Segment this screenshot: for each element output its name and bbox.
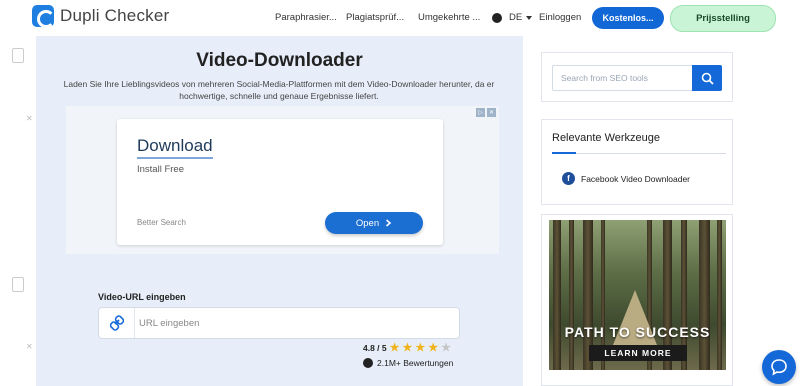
close-icon: ✕ xyxy=(26,342,33,351)
close-icon: ✕ xyxy=(487,108,496,117)
reviews-count: 2.1M+ Bewertungen xyxy=(363,358,453,368)
language-label: DE xyxy=(509,12,523,23)
tool-panel: Video-Downloader Laden Sie Ihre Liebling… xyxy=(36,36,523,386)
site-header: Dupli Checker Paraphrasier... Plagiatspr… xyxy=(0,0,800,36)
star-icon: ★ xyxy=(389,342,400,354)
free-signup-button[interactable]: Kostenlos... xyxy=(592,7,664,29)
chevron-right-icon xyxy=(386,219,392,227)
search-icon xyxy=(701,72,714,85)
logo-text: Dupli Checker xyxy=(60,6,170,25)
login-label: Einloggen xyxy=(539,12,582,23)
star-icon: ★ xyxy=(415,342,426,354)
login-link[interactable]: Einloggen xyxy=(539,12,581,23)
globe-icon xyxy=(492,12,502,23)
learn-more-button[interactable]: LEARN MORE xyxy=(589,345,687,361)
language-select[interactable]: DE xyxy=(492,12,533,23)
chat-icon xyxy=(771,359,787,376)
tool-description: Laden Sie Ihre Lieblingsvideos von mehre… xyxy=(63,79,495,101)
close-icon: ✕ xyxy=(26,114,33,123)
ad-card[interactable]: Download Install Free Better Search Open xyxy=(117,119,443,245)
document-icon xyxy=(12,277,24,292)
rating-value: 4.8 / 5 xyxy=(363,343,387,353)
star-half-icon: ★ xyxy=(441,342,452,354)
logo[interactable]: Dupli Checker xyxy=(32,5,170,28)
facebook-icon: f xyxy=(562,172,575,185)
ad-source: Better Search xyxy=(137,218,186,227)
ad-open-button[interactable]: Open xyxy=(325,212,423,234)
ad-title: Download xyxy=(137,136,213,159)
chevron-down-icon xyxy=(526,15,533,20)
ad-info-icon: ▷ xyxy=(476,108,485,117)
reviews-label: 2.1M+ Bewertungen xyxy=(377,358,454,368)
chat-button[interactable] xyxy=(762,350,796,384)
promo-banner[interactable]: PATH TO SUCCESS LEARN MORE xyxy=(541,214,733,386)
star-icon: ★ xyxy=(428,342,439,354)
tool-link-facebook-downloader[interactable]: f Facebook Video Downloader xyxy=(562,172,690,185)
ad-subtitle: Install Free xyxy=(137,164,184,175)
url-label: Video-URL eingeben xyxy=(98,292,186,302)
nav-item-plagiarism[interactable]: Plagiatsprüf... xyxy=(346,12,404,23)
star-icon: ★ xyxy=(402,342,413,354)
forest-image: PATH TO SUCCESS LEARN MORE xyxy=(549,220,726,370)
nav-item-paraphrasing[interactable]: Paraphrasier... xyxy=(275,12,337,23)
rating: 4.8 / 5 ★ ★ ★ ★ ★ xyxy=(363,342,452,354)
pricing-button[interactable]: Prijsstelling xyxy=(670,5,776,32)
logo-icon xyxy=(32,5,55,28)
nav-item-label: Paraphrasier... xyxy=(275,12,337,23)
ad-open-label: Open xyxy=(355,217,380,229)
url-field[interactable] xyxy=(98,307,460,339)
document-icon xyxy=(12,48,24,63)
nav-item-label: Umgekehrte ... xyxy=(418,12,481,23)
search-button[interactable] xyxy=(692,65,722,91)
nav-item-label: Plagiatsprüf... xyxy=(346,12,405,23)
nav-item-reverse[interactable]: Umgekehrte ... xyxy=(418,12,480,23)
related-tools: Relevante Werkzeuge f Facebook Video Dow… xyxy=(541,119,733,205)
url-input[interactable] xyxy=(139,315,449,331)
link-icon xyxy=(99,308,135,338)
seo-search-box xyxy=(541,52,733,102)
user-icon xyxy=(363,358,373,368)
search-input[interactable] xyxy=(552,65,692,91)
divider xyxy=(552,152,726,154)
related-tools-title: Relevante Werkzeuge xyxy=(552,132,661,144)
ad-choices[interactable]: ▷ ✕ xyxy=(476,108,496,117)
promo-title: PATH TO SUCCESS xyxy=(564,324,711,340)
page-title: Video-Downloader xyxy=(196,50,363,71)
tool-link-label: Facebook Video Downloader xyxy=(581,173,690,184)
